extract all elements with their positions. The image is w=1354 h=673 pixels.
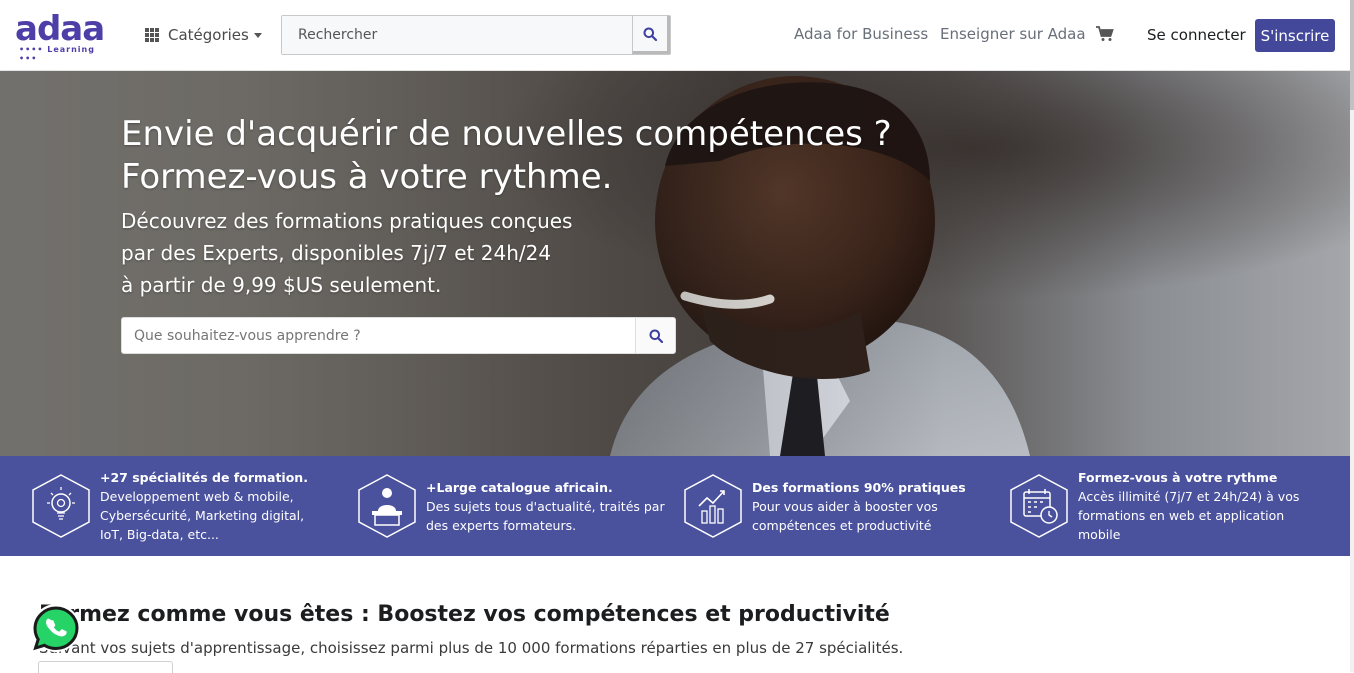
section-subtitle: Suivant vos sujets d'apprentissage, choi… <box>39 639 904 657</box>
hero-search-input[interactable] <box>122 318 635 353</box>
whatsapp-icon[interactable] <box>29 601 83 655</box>
categories-menu[interactable]: Catégories <box>145 24 262 46</box>
scrollbar-thumb[interactable] <box>1350 0 1354 110</box>
course-tab[interactable] <box>38 661 173 673</box>
lightbulb-gear-icon <box>32 474 90 538</box>
signup-button[interactable]: S'inscrire <box>1255 19 1335 52</box>
hero-title-line2: Formez-vous à votre rythme. <box>121 157 613 197</box>
grid-icon <box>145 27 160 43</box>
hero-subtitle: Découvrez des formations pratiques conçu… <box>121 205 572 301</box>
feature-title: Formez-vous à votre rythme <box>1078 470 1278 485</box>
feature-specialities: +27 spécialités de formation. Developpem… <box>30 456 330 556</box>
teacher-desk-icon <box>358 474 416 538</box>
hero-sub-line1: Découvrez des formations pratiques conçu… <box>121 209 573 233</box>
hero-banner: Envie d'acquérir de nouvelles compétence… <box>0 71 1350 456</box>
top-navbar: adaa •••• Learning ••• Catégories Adaa f… <box>0 0 1354 71</box>
search-icon <box>649 329 663 343</box>
feature-rhythm: Formez-vous à votre rythme Accès illimit… <box>1008 456 1328 556</box>
features-bar: +27 spécialités de formation. Developpem… <box>0 456 1350 556</box>
teach-link[interactable]: Enseigner sur Adaa <box>940 25 1086 43</box>
hero-title: Envie d'acquérir de nouvelles compétence… <box>121 113 892 199</box>
cart-icon[interactable] <box>1096 26 1114 42</box>
feature-title: +27 spécialités de formation. <box>100 470 308 485</box>
categories-label: Catégories <box>168 26 249 44</box>
feature-text: Des sujets tous d'actualité, traités par… <box>426 498 665 533</box>
hero-sub-line2: par des Experts, disponibles 7j/7 et 24h… <box>121 241 552 265</box>
hero-title-line1: Envie d'acquérir de nouvelles compétence… <box>121 114 892 154</box>
feature-text: Accès illimité (7j/7 et 24h/24) à vos fo… <box>1078 489 1300 542</box>
feature-catalogue: +Large catalogue africain. Des sujets to… <box>356 456 666 556</box>
feature-practical: Des formations 90% pratiques Pour vous a… <box>682 456 992 556</box>
caret-down-icon <box>253 32 262 38</box>
logo-wordmark: adaa <box>15 9 105 49</box>
login-link[interactable]: Se connecter <box>1147 26 1246 44</box>
business-link[interactable]: Adaa for Business <box>794 25 928 43</box>
section-title: Formez comme vous êtes : Boostez vos com… <box>39 602 890 627</box>
hero-search-button[interactable] <box>635 318 675 353</box>
feature-title: Des formations 90% pratiques <box>752 479 966 495</box>
calendar-clock-icon <box>1010 474 1068 538</box>
adaa-logo[interactable]: adaa •••• Learning ••• <box>15 9 117 63</box>
page-scrollbar[interactable] <box>1350 0 1354 672</box>
nav-search-bar <box>281 15 671 55</box>
hero-search-bar <box>121 317 676 354</box>
feature-text: Developpement web & mobile, Cybersécurit… <box>100 489 305 542</box>
feature-title: +Large catalogue africain. <box>426 479 613 495</box>
growth-chart-icon <box>684 474 742 538</box>
feature-text: Pour vous aider à booster vos compétence… <box>752 498 938 533</box>
hero-sub-line3: à partir de 9,99 $US seulement. <box>121 273 442 297</box>
search-icon <box>643 27 657 41</box>
nav-search-button[interactable] <box>632 16 670 54</box>
nav-search-input[interactable] <box>282 16 632 54</box>
